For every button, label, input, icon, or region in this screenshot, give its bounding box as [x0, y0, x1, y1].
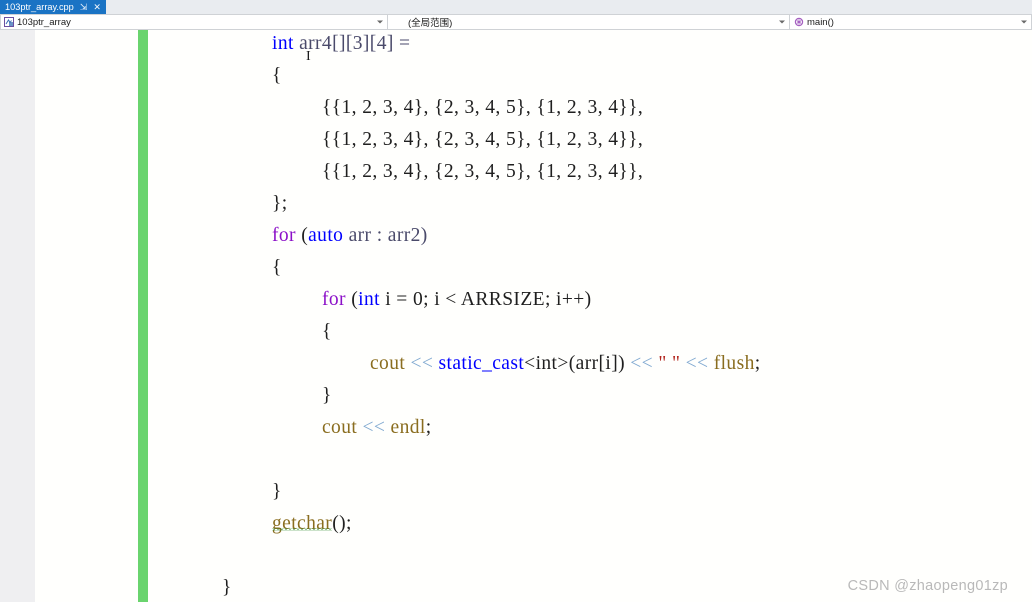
code-editor[interactable]: 28 29 30 31 32 33 34 35 36 37 38 39 40 4… — [0, 30, 1032, 602]
chevron-down-icon[interactable] — [779, 20, 785, 24]
keyword-int: int — [272, 33, 294, 54]
project-file-icon — [4, 17, 14, 27]
code-line-31[interactable]: {{1, 2, 3, 4}, {2, 3, 4, 5}, {1, 2, 3, 4… — [322, 124, 643, 156]
code-line-37[interactable]: { — [322, 316, 332, 348]
identifier-arr4: arr4 — [299, 33, 333, 54]
stream-operator: << — [362, 417, 386, 438]
for-condition: i = 0; i < ARRSIZE; i++) — [379, 289, 592, 310]
keyword-int: int — [358, 289, 380, 310]
static-cast-keyword: static_cast — [438, 353, 525, 374]
array-initializer-row: {{1, 2, 3, 4}, {2, 3, 4, 5}, {1, 2, 3, 4… — [322, 129, 644, 150]
semicolon: ; — [754, 353, 761, 374]
array-dimensions: [][3][4] = — [332, 33, 411, 54]
brace-close: } — [272, 481, 282, 502]
getchar-call: (); — [332, 513, 352, 534]
range-expression: arr : arr2) — [343, 225, 428, 246]
array-initializer-row: {{1, 2, 3, 4}, {2, 3, 4, 5}, {1, 2, 3, 4… — [322, 97, 644, 118]
code-text-area[interactable]: int arr4[][3][4] = { {{1, 2, 3, 4}, {2, … — [148, 30, 1032, 602]
string-literal: " " — [658, 353, 681, 374]
brace-open: { — [272, 257, 282, 278]
stream-operator: << — [410, 353, 434, 374]
code-line-36[interactable]: for (int i = 0; i < ARRSIZE; i++) — [322, 284, 592, 316]
array-close: }; — [272, 193, 288, 214]
pin-icon[interactable]: ⇲ — [80, 0, 88, 14]
cast-argument: <int>(arr[i]) — [524, 353, 625, 374]
scope-dropdown[interactable]: (全局范围) — [388, 14, 790, 30]
code-line-33[interactable]: }; — [272, 188, 288, 220]
endl-identifier: endl — [390, 417, 426, 438]
function-name-label: main() — [807, 16, 834, 28]
cout-identifier: cout — [370, 353, 406, 374]
code-line-43[interactable]: getchar(); — [272, 508, 352, 540]
project-name-label: 103ptr_array — [17, 16, 71, 28]
stream-operator: << — [685, 353, 709, 374]
flush-identifier: flush — [713, 353, 755, 374]
brace-open: { — [272, 65, 282, 86]
code-line-40[interactable]: cout << endl; — [322, 412, 432, 444]
code-line-29[interactable]: { — [272, 60, 282, 92]
keyword-for: for — [322, 289, 346, 310]
tab-103ptr-array-cpp[interactable]: 103ptr_array.cpp ⇲ ✕ — [0, 0, 106, 14]
code-line-45[interactable]: } — [222, 572, 232, 602]
code-line-38[interactable]: cout << static_cast<int>(arr[i]) << " " … — [370, 348, 761, 380]
text-cursor-ibeam: I — [306, 49, 311, 64]
brace-close: } — [322, 385, 332, 406]
tab-strip: 103ptr_array.cpp ⇲ ✕ — [0, 0, 1032, 15]
array-initializer-row: {{1, 2, 3, 4}, {2, 3, 4, 5}, {1, 2, 3, 4… — [322, 161, 644, 182]
tab-label: 103ptr_array.cpp — [5, 2, 74, 12]
brace-close: } — [222, 577, 232, 598]
code-line-32[interactable]: {{1, 2, 3, 4}, {2, 3, 4, 5}, {1, 2, 3, 4… — [322, 156, 643, 188]
csdn-watermark: CSDN @zhaopeng01zp — [847, 578, 1008, 594]
function-dropdown[interactable]: main() — [790, 14, 1032, 30]
semicolon: ; — [425, 417, 432, 438]
keyword-for: for — [272, 225, 296, 246]
visual-studio-editor-window: 103ptr_array.cpp ⇲ ✕ 103ptr_array (全局范围) — [0, 0, 1032, 602]
getchar-identifier: getchar — [272, 513, 333, 534]
code-line-34[interactable]: for (auto arr : arr2) — [272, 220, 428, 252]
project-dropdown[interactable]: 103ptr_array — [0, 14, 388, 30]
navigation-bar: 103ptr_array (全局范围) main() — [0, 14, 1032, 30]
cout-identifier: cout — [322, 417, 358, 438]
brace-open: { — [322, 321, 332, 342]
code-line-30[interactable]: {{1, 2, 3, 4}, {2, 3, 4, 5}, {1, 2, 3, 4… — [322, 92, 643, 124]
code-line-28[interactable]: int arr4[][3][4] = — [272, 30, 410, 60]
chevron-down-icon[interactable] — [1021, 20, 1027, 24]
chevron-down-icon[interactable] — [377, 20, 383, 24]
code-line-42[interactable]: } — [272, 476, 282, 508]
scope-label: (全局范围) — [408, 18, 453, 29]
close-icon[interactable]: ✕ — [93, 0, 101, 14]
method-icon — [794, 17, 804, 27]
keyword-auto: auto — [308, 225, 344, 246]
code-line-39[interactable]: } — [322, 380, 332, 412]
code-line-35[interactable]: { — [272, 252, 282, 284]
stream-operator: << — [630, 353, 654, 374]
